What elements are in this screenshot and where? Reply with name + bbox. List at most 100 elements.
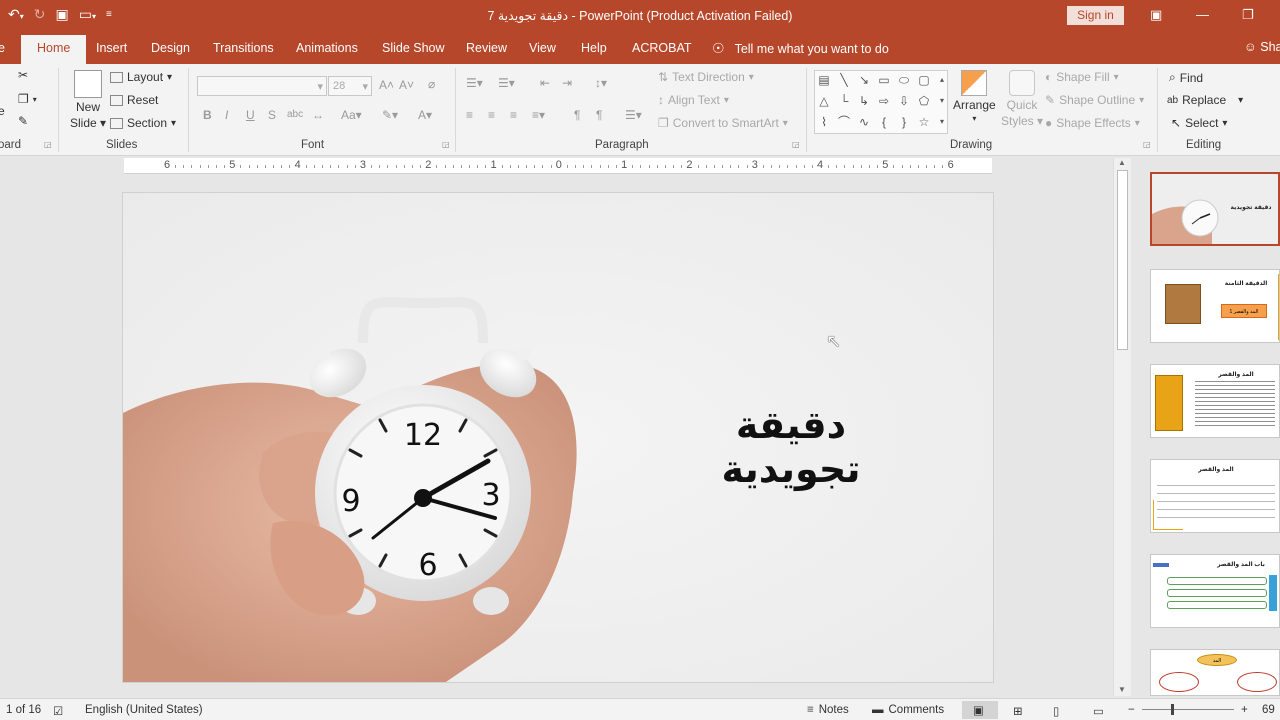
thumbnail-2[interactable]: الدقيقة الثامنة المد والقصر 1 [1150,269,1280,343]
tab-home[interactable]: Home [21,35,87,64]
elbow-arrow-shape-icon[interactable]: ↳ [857,94,871,108]
spelling-icon[interactable]: ☑ [53,704,63,718]
share-button[interactable]: ☺ Sha [1244,40,1280,54]
line-shape-icon[interactable]: ╲ [837,73,851,87]
align-center-icon[interactable]: ≡ [488,108,495,122]
shape-outline-button[interactable]: ✎ Shape Outline ▾ [1045,93,1144,107]
freeform-shape-icon[interactable]: ⬠ [917,94,931,108]
font-size-combo[interactable]: 28 ▾ [328,76,372,96]
convert-smartart-button[interactable]: ❐ Convert to SmartArt ▾ [658,116,788,130]
slide-title[interactable]: دقيقة تجويدية [691,403,891,491]
layout-button[interactable]: Layout ▾ [110,70,172,84]
grow-font-icon[interactable]: A˄ [379,78,394,92]
select-button[interactable]: ↖ Select ▾ [1171,116,1227,130]
right-brace-shape-icon[interactable]: } [897,115,911,129]
tab-insert[interactable]: Insert [96,41,127,55]
reset-button[interactable]: Reset [110,93,158,107]
rectangle-shape-icon[interactable]: ▭ [877,73,891,87]
font-color-icon[interactable]: A▾ [418,108,432,122]
tab-slide-show[interactable]: Slide Show [382,41,445,55]
shape-effects-button[interactable]: ● Shape Effects ▾ [1045,116,1140,130]
thumbnail-4[interactable]: المد والقصر [1150,459,1280,533]
minimize-icon[interactable]: — [1196,7,1209,22]
scribble-shape-icon[interactable]: ∿ [857,115,871,129]
editor-scrollbar[interactable]: ▲ ▼ [1113,158,1131,696]
align-text-button[interactable]: ↕ Align Text ▾ [658,93,729,107]
restore-icon[interactable]: ❐ [1242,7,1254,23]
tab-view[interactable]: View [529,41,556,55]
gallery-up-icon[interactable]: ▴ [935,73,949,87]
drawing-launcher-icon[interactable]: ◲ [1143,140,1151,149]
text-box-shape-icon[interactable]: ▤ [817,73,831,87]
cut-icon[interactable]: ✂ [18,68,28,82]
thumbnail-1[interactable]: دقيقة تجويدية [1150,172,1280,246]
tab-animations[interactable]: Animations [296,41,358,55]
down-arrow-shape-icon[interactable]: ⇩ [897,94,911,108]
thumbnail-5[interactable]: باب المد والقصر [1150,554,1280,628]
scroll-down-icon[interactable]: ▼ [1118,685,1126,694]
comments-button[interactable]: ▬ Comments [872,704,944,716]
tab-review[interactable]: Review [466,41,507,55]
language-status[interactable]: English (United States) [85,704,203,716]
shapes-gallery[interactable]: ▤ ╲ ↘ ▭ ⬭ ▢ △ └ ↳ ⇨ ⇩ ⬠ ⌇ ⌒ ∿ { } ☆ ▴ ▾ … [814,70,948,134]
curve-shape-icon[interactable]: ⌇ [817,115,831,129]
thumbnail-6[interactable]: المد [1150,649,1280,696]
justify-icon[interactable]: ≡▾ [532,108,545,122]
font-launcher-icon[interactable]: ◲ [442,140,450,149]
zoom-out-icon[interactable]: − [1128,704,1135,716]
tab-file[interactable]: e [0,41,5,55]
right-arrow-shape-icon[interactable]: ⇨ [877,94,891,108]
elbow-connector-shape-icon[interactable]: └ [837,94,851,108]
slide-canvas[interactable]: 12 3 6 9 دقيقة تجويدية [122,192,994,683]
star-shape-icon[interactable]: ☆ [917,115,931,129]
bullets-icon[interactable]: ☰▾ [466,76,483,90]
font-name-combo[interactable]: ▾ [197,76,327,96]
clear-formatting-icon[interactable]: ⌀ [428,77,435,91]
section-button[interactable]: Section ▾ [110,116,176,130]
bold-icon[interactable]: B [203,108,212,122]
text-shadow-icon[interactable]: S [268,108,276,122]
find-button[interactable]: ⌕ Find [1169,70,1203,85]
tab-help[interactable]: Help [581,41,607,55]
new-slide-button[interactable]: New Slide ▾ [70,70,106,130]
quick-styles-button[interactable]: Quick Styles ▾ [1001,70,1043,128]
zoom-slider[interactable] [1142,704,1234,715]
change-case-icon[interactable]: Aa▾ [341,108,362,122]
notes-button[interactable]: ≡ Notes [807,704,849,716]
normal-view-button[interactable]: ▣ [962,701,998,719]
zoom-slider-thumb[interactable] [1171,704,1174,715]
underline-icon[interactable]: U [246,108,255,122]
replace-button[interactable]: ab Replace ▾ [1167,93,1243,107]
sign-in-button[interactable]: Sign in [1067,6,1124,25]
italic-icon[interactable]: I [225,108,228,122]
align-left-icon[interactable]: ≡ [466,108,473,122]
arrow-line-shape-icon[interactable]: ↘ [857,73,871,87]
left-brace-shape-icon[interactable]: { [877,115,891,129]
arrange-button[interactable]: Arrange ▾ [953,70,996,123]
scroll-up-icon[interactable]: ▲ [1118,158,1126,167]
gallery-down-icon[interactable]: ▾ [935,94,949,108]
slide-sorter-button[interactable]: ⊞ [1013,704,1023,718]
thumbnail-3[interactable]: المد والقصر [1150,364,1280,438]
character-spacing-icon[interactable]: ↔ [312,108,324,122]
zoom-level[interactable]: 69 [1262,704,1275,716]
tab-transitions[interactable]: Transitions [213,41,274,55]
line-spacing-icon[interactable]: ↕▾ [595,76,607,90]
scroll-thumb[interactable] [1117,170,1128,350]
slide-show-button[interactable]: ▭ [1093,704,1104,718]
paste-button[interactable]: e [0,104,5,118]
paragraph-launcher-icon[interactable]: ◲ [792,140,800,149]
align-right-icon[interactable]: ≡ [510,108,517,122]
clipboard-launcher-icon[interactable]: ◲ [44,140,52,149]
reading-view-button[interactable]: ▯ [1053,704,1059,718]
strikethrough-icon[interactable]: abc [287,109,303,120]
arc-shape-icon[interactable]: ⌒ [837,115,851,129]
tab-design[interactable]: Design [151,41,190,55]
highlight-icon[interactable]: ✎▾ [382,108,398,122]
ribbon-display-options-icon[interactable]: ▣ [1150,7,1162,23]
text-direction-button[interactable]: ⇅ Text Direction ▾ [658,70,754,84]
decrease-indent-icon[interactable]: ⇤ [540,76,550,90]
ltr-icon[interactable]: ¶ [596,108,602,122]
shape-fill-button[interactable]: ◐ Shape Fill ▾ [1045,70,1119,84]
gallery-more-icon[interactable]: ▾ [935,115,949,129]
